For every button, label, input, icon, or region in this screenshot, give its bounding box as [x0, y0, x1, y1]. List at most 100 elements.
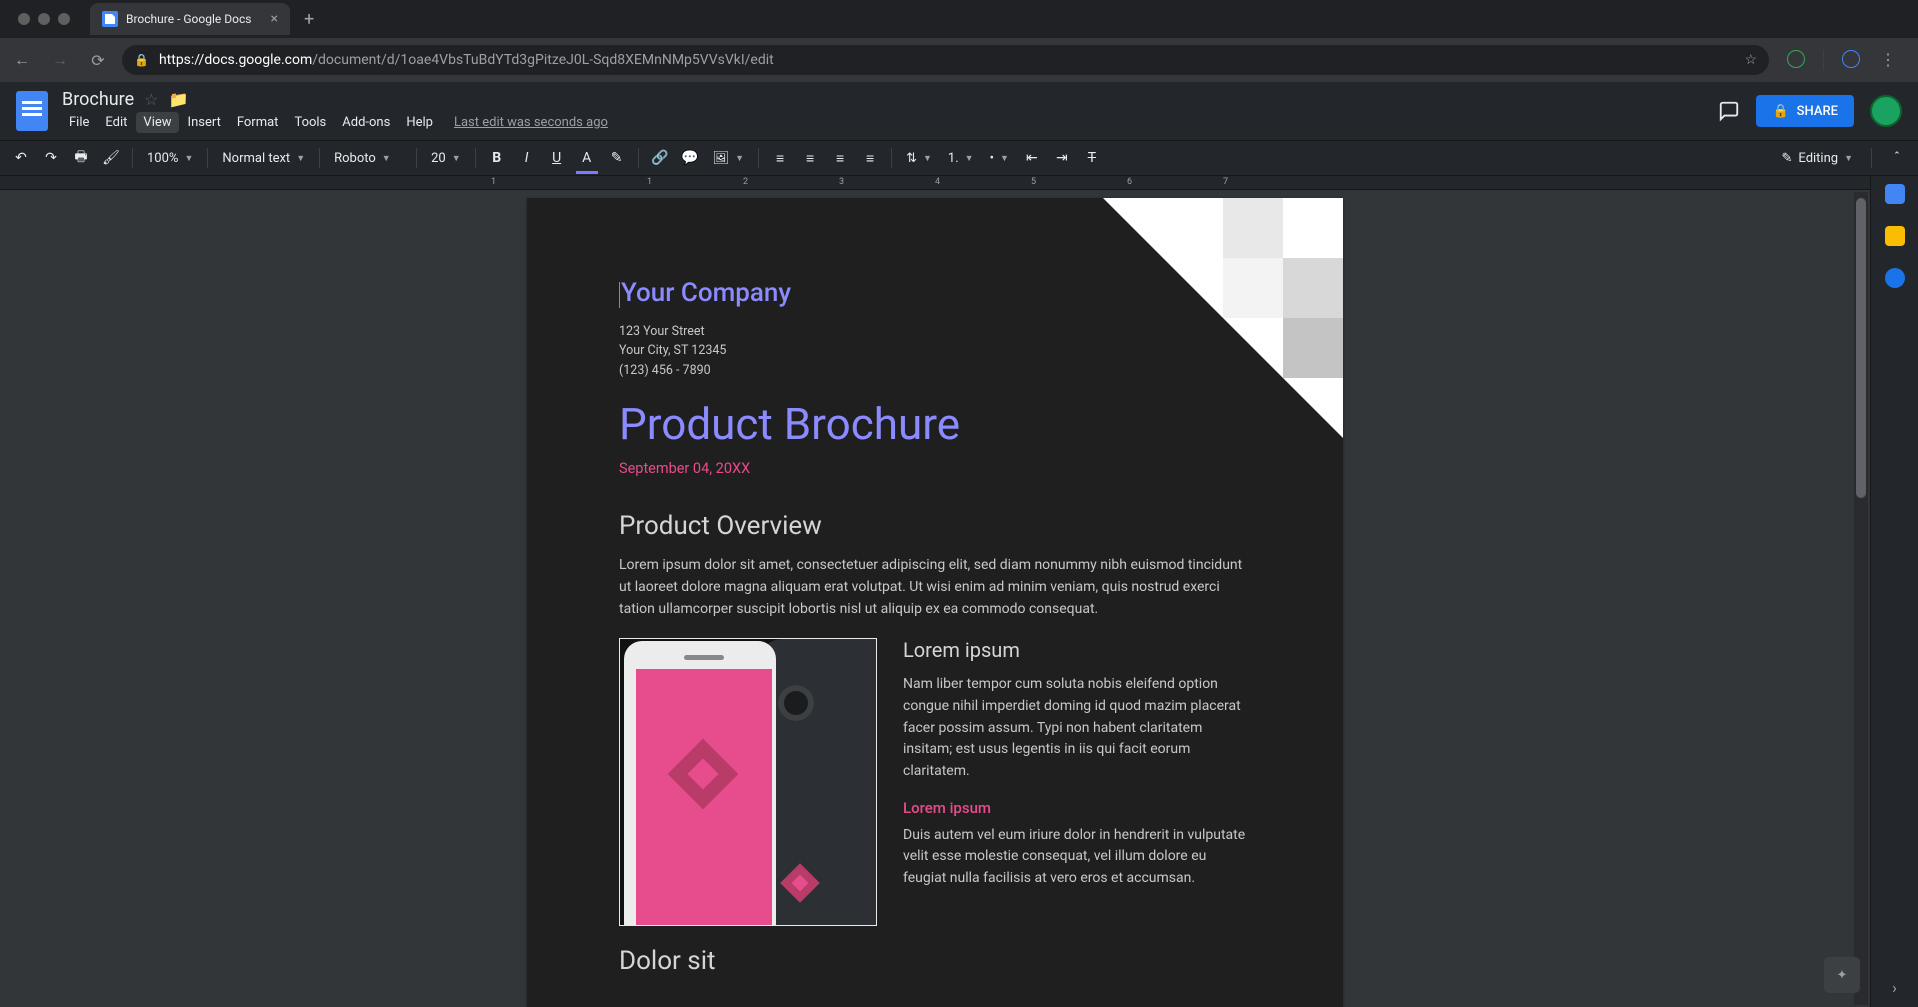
highlight-icon[interactable]: ✎ [604, 145, 630, 171]
align-center-icon[interactable]: ≡ [797, 145, 823, 171]
insert-image-icon[interactable]: 🖼▼ [707, 145, 750, 171]
print-icon[interactable]: 🖶 [68, 145, 94, 171]
body-text[interactable]: Duis autem vel eum iriure dolor in hendr… [903, 825, 1251, 890]
reload-icon[interactable]: ⟳ [84, 51, 112, 70]
document-title[interactable]: Brochure [62, 89, 134, 110]
last-edit-link[interactable]: Last edit was seconds ago [454, 112, 608, 133]
extension-icon[interactable] [1787, 50, 1805, 68]
window-minimize[interactable] [38, 13, 50, 25]
menu-view[interactable]: View [136, 112, 178, 133]
numbered-list-icon[interactable]: 1.▼ [942, 145, 980, 171]
bulleted-list-icon[interactable]: •▼ [984, 145, 1015, 171]
browser-chrome: Brochure - Google Docs × + ← → ⟳ 🔒 https… [0, 0, 1918, 82]
document-canvas[interactable]: Your Company 123 Your Street Your City, … [0, 190, 1870, 1007]
separator [758, 148, 759, 168]
menu-file[interactable]: File [62, 112, 96, 133]
ruler-number: 1 [491, 177, 496, 187]
separator [416, 148, 417, 168]
paragraph-style-dropdown[interactable]: Normal text▼ [216, 145, 311, 171]
docs-logo-icon[interactable] [16, 91, 48, 131]
docs-favicon-icon [102, 11, 118, 27]
address-bar[interactable]: 🔒 https://docs.google.com/document/d/1oa… [122, 45, 1769, 75]
italic-icon[interactable]: I [514, 145, 540, 171]
font-size-input[interactable]: 20▼ [425, 145, 467, 171]
separator [1823, 50, 1824, 70]
star-icon[interactable]: ☆ [144, 90, 158, 109]
new-tab-button[interactable]: + [290, 9, 328, 30]
product-image[interactable] [619, 638, 877, 926]
align-justify-icon[interactable]: ≡ [857, 145, 883, 171]
font-dropdown[interactable]: Roboto▼ [328, 145, 408, 171]
scrollbar-thumb[interactable] [1856, 198, 1866, 498]
separator [638, 148, 639, 168]
ruler-number: 7 [1223, 177, 1228, 187]
style-value: Normal text [222, 151, 290, 166]
paint-format-icon[interactable]: 🖌 [98, 145, 124, 171]
account-avatar[interactable] [1870, 95, 1902, 127]
calendar-addon-icon[interactable] [1885, 184, 1905, 204]
address-bar-row: ← → ⟳ 🔒 https://docs.google.com/document… [0, 38, 1918, 82]
browser-menu-icon[interactable]: ⋮ [1874, 50, 1902, 70]
document-date[interactable]: September 04, 20XX [619, 460, 1251, 477]
horizontal-ruler[interactable]: 1 1 2 3 4 5 6 7 [0, 176, 1918, 190]
ruler-number: 4 [935, 177, 940, 187]
align-right-icon[interactable]: ≡ [827, 145, 853, 171]
bookmark-star-icon[interactable]: ☆ [1744, 52, 1757, 68]
menu-addons[interactable]: Add-ons [335, 112, 397, 133]
subsection-heading[interactable]: Lorem ipsum [903, 638, 1251, 662]
bold-icon[interactable]: B [484, 145, 510, 171]
underline-icon[interactable]: U [544, 145, 570, 171]
menu-tools[interactable]: Tools [287, 112, 333, 133]
menu-insert[interactable]: Insert [181, 112, 228, 133]
vertical-scrollbar[interactable] [1854, 192, 1868, 1005]
line-spacing-icon[interactable]: ⇅▼ [900, 145, 938, 171]
url-path: /document/d/1oae4VbsTuBdYTd3gPitzeJ0L-Sq… [312, 52, 773, 68]
body-text[interactable]: Lorem ipsum dolor sit amet, consectetuer… [619, 555, 1251, 620]
corner-graphic [1103, 198, 1343, 438]
explore-button[interactable]: ✦ [1824, 957, 1860, 993]
insert-comment-icon[interactable]: 💬 [677, 145, 703, 171]
title-area: Brochure ☆ 📁 File Edit View Insert Forma… [62, 89, 608, 133]
right-column[interactable]: Lorem ipsum Nam liber tempor cum soluta … [903, 638, 1251, 908]
editing-mode-dropdown[interactable]: ✎ Editing ▼ [1776, 145, 1859, 171]
tasks-addon-icon[interactable] [1885, 268, 1905, 288]
extension-icon[interactable] [1842, 50, 1860, 68]
ruler-number: 6 [1127, 177, 1132, 187]
close-tab-icon[interactable]: × [271, 11, 278, 27]
back-icon[interactable]: ← [8, 50, 36, 70]
section-heading[interactable]: Dolor sit [619, 946, 1251, 976]
indent-icon[interactable]: ⇥ [1049, 145, 1075, 171]
outdent-icon[interactable]: ⇤ [1019, 145, 1045, 171]
move-folder-icon[interactable]: 📁 [168, 90, 188, 109]
browser-tab[interactable]: Brochure - Google Docs × [90, 3, 290, 35]
text-color-icon[interactable]: A [574, 145, 600, 171]
body-text[interactable]: Nam liber tempor cum soluta nobis eleife… [903, 674, 1251, 782]
company-name[interactable]: Your Company [619, 278, 1251, 308]
comments-icon[interactable] [1718, 100, 1740, 122]
window-close[interactable] [18, 13, 30, 25]
page[interactable]: Your Company 123 Your Street Your City, … [527, 198, 1343, 1007]
collapse-toolbar-icon[interactable]: ˆ [1884, 145, 1910, 171]
font-value: Roboto [334, 151, 376, 166]
window-controls[interactable] [8, 13, 80, 25]
undo-icon[interactable]: ↶ [8, 145, 34, 171]
align-left-icon[interactable]: ≡ [767, 145, 793, 171]
zoom-dropdown[interactable]: 100%▼ [141, 145, 199, 171]
share-button[interactable]: 🔒 SHARE [1756, 95, 1854, 127]
menu-help[interactable]: Help [399, 112, 440, 133]
separator [1871, 148, 1872, 168]
redo-icon[interactable]: ↷ [38, 145, 64, 171]
ruler-number: 1 [647, 177, 652, 187]
section-heading[interactable]: Product Overview [619, 511, 1251, 541]
keep-addon-icon[interactable] [1885, 226, 1905, 246]
clear-formatting-icon[interactable]: T [1079, 145, 1105, 171]
menu-edit[interactable]: Edit [98, 112, 134, 133]
menu-format[interactable]: Format [230, 112, 286, 133]
insert-link-icon[interactable]: 🔗 [647, 145, 673, 171]
lock-icon: 🔒 [1772, 104, 1788, 119]
separator [132, 148, 133, 168]
hide-sidepanel-icon[interactable]: › [1892, 978, 1897, 997]
window-zoom[interactable] [58, 13, 70, 25]
subsection-subheading[interactable]: Lorem ipsum [903, 799, 1251, 817]
forward-icon[interactable]: → [46, 50, 74, 70]
